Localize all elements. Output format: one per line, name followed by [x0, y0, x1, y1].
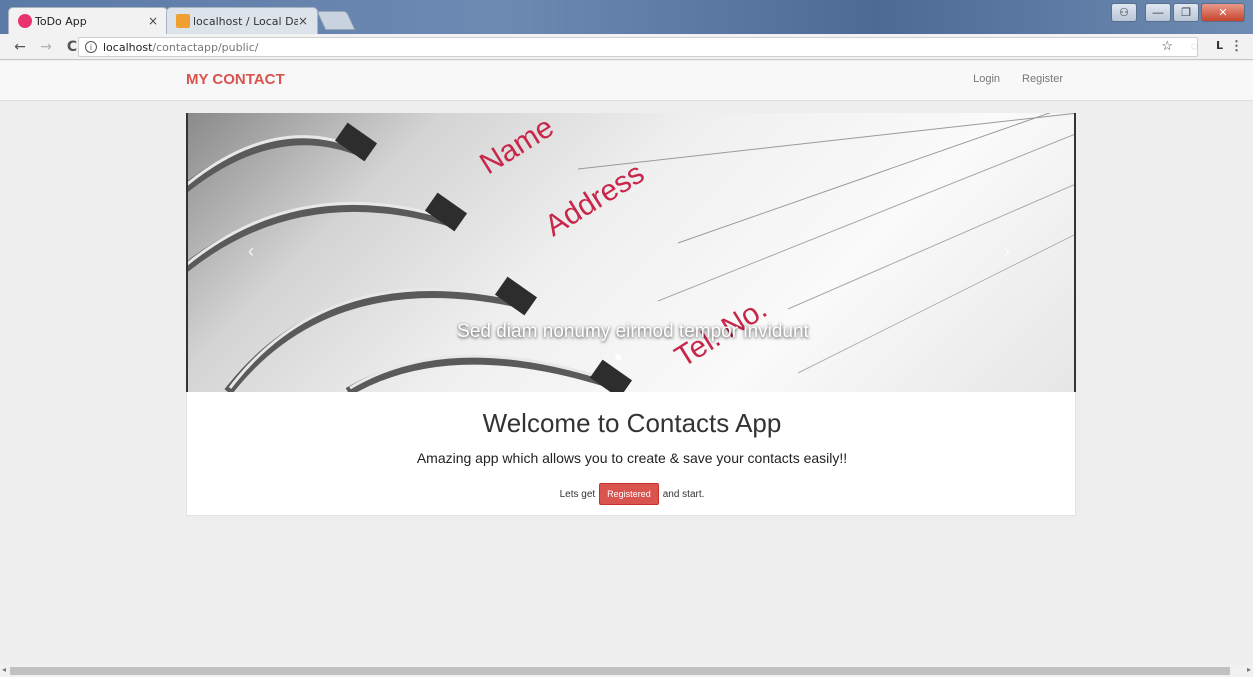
scroll-left-icon[interactable]: ◂ [2, 665, 6, 674]
cta-line: Lets get Registered and start. [187, 483, 1077, 505]
carousel-word-name: Name [474, 113, 559, 181]
nav-links: Login Register [973, 73, 1063, 85]
horizontal-scrollbar[interactable]: ◂ ▸ [0, 665, 1253, 677]
notebook-image: Name Address Tel. No. [188, 113, 1074, 392]
tab-close-icon[interactable]: × [148, 14, 158, 28]
forward-arrow-icon[interactable]: → [36, 39, 56, 55]
info-icon[interactable]: i [85, 41, 97, 53]
carousel-next-icon[interactable]: › [1004, 241, 1010, 262]
tab-todo-app[interactable]: ToDo App × [8, 7, 168, 34]
carousel-word-address: Address [539, 157, 650, 243]
address-bar[interactable]: i localhost/contactapp/public/ [78, 37, 1198, 57]
tab-title: localhost / Local Databa: [193, 14, 298, 28]
close-window-button[interactable]: ✕ [1201, 3, 1245, 22]
scroll-right-icon[interactable]: ▸ [1247, 665, 1251, 674]
user-icon[interactable]: ⚇ [1111, 3, 1137, 22]
url-host: localhost [103, 40, 153, 54]
back-arrow-icon[interactable]: ← [10, 39, 30, 55]
carousel-caption: Sed diam nonumy eirmod tempor invidunt [457, 321, 809, 342]
new-tab-button[interactable] [316, 11, 356, 30]
extension-icon[interactable]: ◌ [1191, 39, 1198, 53]
minimize-button[interactable]: — [1145, 3, 1171, 22]
brand-logo[interactable]: MY CONTACT [186, 71, 285, 88]
registered-button[interactable]: Registered [599, 483, 659, 505]
hero-carousel: Name Address Tel. No. ‹ › Sed diam nonum… [186, 113, 1076, 392]
login-link[interactable]: Login [973, 73, 1000, 85]
tab-close-icon[interactable]: × [298, 14, 308, 28]
welcome-subtitle: Amazing app which allows you to create &… [416, 450, 848, 466]
welcome-title: Welcome to Contacts App [482, 408, 782, 438]
register-link[interactable]: Register [1022, 73, 1063, 85]
scrollbar-thumb[interactable] [10, 667, 1230, 675]
welcome-panel: Welcome to Contacts App Amazing app whic… [186, 392, 1076, 516]
url-path: /contactapp/public/ [152, 40, 259, 54]
window-controls: ⚇ — ❐ ✕ [1111, 3, 1245, 22]
bookmark-star-icon[interactable]: ☆ [1161, 38, 1173, 54]
cta-suffix: and start. [662, 488, 705, 500]
phpmyadmin-favicon-icon [176, 14, 190, 28]
app-favicon-icon [18, 14, 32, 28]
tab-local-database[interactable]: localhost / Local Databa: × [166, 7, 318, 34]
cta-prefix: Lets get [559, 488, 596, 500]
tab-title: ToDo App [35, 14, 87, 28]
browser-menu-icon[interactable]: ⋮ [1230, 38, 1243, 54]
site-navbar: MY CONTACT Login Register [0, 61, 1253, 101]
restore-button[interactable]: ❐ [1173, 3, 1199, 22]
carousel-prev-icon[interactable]: ‹ [248, 241, 254, 262]
browser-toolbar: ← → C i localhost/contactapp/public/ ☆ ◌… [0, 34, 1253, 60]
carousel-indicator[interactable] [615, 354, 622, 361]
browser-tab-strip: ToDo App × localhost / Local Databa: × ⚇… [0, 0, 1253, 34]
profile-letter-icon[interactable]: L [1216, 39, 1223, 52]
